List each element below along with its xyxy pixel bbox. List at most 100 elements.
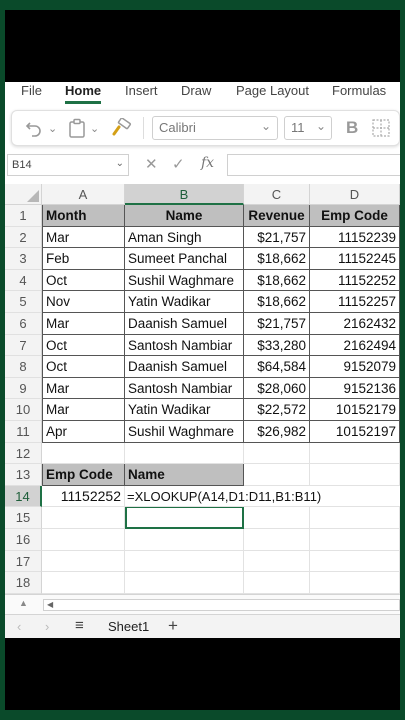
tab-draw[interactable]: Draw (181, 82, 211, 104)
row-header-8[interactable]: 8 (5, 356, 42, 378)
table-cell[interactable]: Feb (42, 248, 125, 270)
table-cell[interactable]: Sushil Waghmare (125, 269, 244, 292)
grid-cell[interactable] (310, 442, 400, 465)
row-header-4[interactable]: 4 (5, 269, 42, 292)
table-header-cell[interactable]: Emp Code (310, 205, 400, 227)
grid-cell[interactable] (310, 464, 400, 486)
row-header-5[interactable]: 5 (5, 291, 42, 313)
table-cell[interactable]: Sushil Waghmare (125, 421, 244, 443)
scroll-left-arrow-icon[interactable]: ◀ (47, 600, 53, 609)
grid-cell[interactable] (244, 507, 310, 529)
borders-icon[interactable] (372, 111, 392, 145)
next-sheet-icon[interactable]: › (45, 619, 49, 634)
prev-sheet-icon[interactable]: ‹ (17, 619, 21, 634)
row-header-13[interactable]: 13 (5, 464, 42, 486)
table-cell[interactable]: Santosh Nambiar (125, 334, 244, 357)
row-header-14[interactable]: 14 (5, 485, 42, 508)
table-cell[interactable]: Mar (42, 377, 125, 400)
tab-insert[interactable]: Insert (125, 82, 158, 104)
formula-input[interactable] (227, 154, 400, 176)
table-cell[interactable]: Santosh Nambiar (125, 377, 244, 400)
table-cell[interactable]: $18,662 (244, 269, 310, 292)
table-cell[interactable]: Mar (42, 313, 125, 335)
table-cell[interactable]: 11152257 (310, 291, 400, 313)
column-header-b[interactable]: B (125, 184, 244, 205)
grid-cell[interactable] (125, 572, 244, 594)
row-header-3[interactable]: 3 (5, 248, 42, 270)
formula-cell[interactable]: =XLOOKUP(A14,D1:D11,B1:B11) (125, 485, 400, 508)
table-cell[interactable]: $26,982 (244, 421, 310, 443)
enter-icon[interactable]: ✓ (172, 155, 185, 173)
grid-cell[interactable] (42, 507, 125, 529)
table-cell[interactable]: 10152197 (310, 421, 400, 443)
table-cell[interactable]: Yatin Wadikar (125, 399, 244, 421)
table-cell[interactable]: 10152179 (310, 399, 400, 421)
row-header-9[interactable]: 9 (5, 377, 42, 400)
grid-cell[interactable] (42, 550, 125, 573)
row-header-11[interactable]: 11 (5, 421, 42, 443)
table-cell[interactable]: $33,280 (244, 334, 310, 357)
paste-icon[interactable] (68, 111, 86, 145)
grid-cell[interactable] (244, 529, 310, 551)
table-cell[interactable]: Sumeet Panchal (125, 248, 244, 270)
table-cell[interactable]: Mar (42, 399, 125, 421)
lookup-header-cell[interactable]: Name (125, 464, 244, 486)
table-cell[interactable]: Apr (42, 421, 125, 443)
grid-cell[interactable] (42, 442, 125, 465)
lookup-value-cell[interactable]: 11152252 (42, 485, 125, 508)
table-cell[interactable]: $21,757 (244, 313, 310, 335)
sheet-list-icon[interactable]: ≡ (75, 617, 84, 634)
grid-cell[interactable] (310, 550, 400, 573)
table-cell[interactable]: 2162494 (310, 334, 400, 357)
column-header-a[interactable]: A (42, 184, 125, 205)
grid-cell[interactable] (310, 507, 400, 529)
table-header-cell[interactable]: Month (42, 205, 125, 227)
grid-cell[interactable] (125, 550, 244, 573)
table-cell[interactable]: 9152079 (310, 356, 400, 378)
table-cell[interactable]: Mar (42, 226, 125, 249)
bold-button[interactable]: B (346, 111, 358, 145)
table-cell[interactable]: Aman Singh (125, 226, 244, 249)
grid-cell[interactable] (310, 529, 400, 551)
table-cell[interactable]: 11152239 (310, 226, 400, 249)
grid-cell[interactable] (310, 572, 400, 594)
grid-cell[interactable] (125, 529, 244, 551)
row-header-17[interactable]: 17 (5, 550, 42, 573)
table-cell[interactable]: 11152252 (310, 269, 400, 292)
font-size-select[interactable]: 11 ⌄ (284, 116, 332, 140)
format-painter-icon[interactable] (110, 111, 132, 145)
insert-function-icon[interactable]: fx (201, 155, 214, 171)
select-all-button[interactable] (5, 184, 42, 205)
row-header-6[interactable]: 6 (5, 313, 42, 335)
table-header-cell[interactable]: Name (125, 205, 244, 227)
grid-cell[interactable] (244, 464, 310, 486)
grid-cell[interactable] (42, 529, 125, 551)
table-header-cell[interactable]: Revenue (244, 205, 310, 227)
table-cell[interactable]: $28,060 (244, 377, 310, 400)
row-header-2[interactable]: 2 (5, 226, 42, 249)
table-cell[interactable]: Oct (42, 269, 125, 292)
table-cell[interactable]: Oct (42, 334, 125, 357)
paste-dropdown-icon[interactable]: ⌄ (90, 111, 99, 145)
column-header-c[interactable]: C (244, 184, 310, 205)
tab-formulas[interactable]: Formulas (332, 82, 386, 104)
table-cell[interactable]: $64,584 (244, 356, 310, 378)
scroll-up-arrow-icon[interactable]: ▲ (19, 598, 28, 608)
table-cell[interactable]: Oct (42, 356, 125, 378)
column-header-d[interactable]: D (310, 184, 400, 205)
font-name-select[interactable]: Calibri ⌄ (152, 116, 278, 140)
row-header-10[interactable]: 10 (5, 399, 42, 421)
undo-icon[interactable] (24, 111, 44, 145)
tab-home[interactable]: Home (65, 82, 102, 104)
table-cell[interactable]: 2162432 (310, 313, 400, 335)
grid-cell[interactable] (244, 572, 310, 594)
row-header-1[interactable]: 1 (5, 205, 42, 227)
table-cell[interactable]: Daanish Samuel (125, 313, 244, 335)
row-header-18[interactable]: 18 (5, 572, 42, 594)
table-cell[interactable]: $18,662 (244, 248, 310, 270)
table-cell[interactable]: Nov (42, 291, 125, 313)
undo-dropdown-icon[interactable]: ⌄ (48, 111, 57, 145)
sheet-tab-sheet1[interactable]: Sheet1 (108, 619, 149, 634)
grid-cell[interactable] (244, 442, 310, 465)
table-cell[interactable]: 11152245 (310, 248, 400, 270)
